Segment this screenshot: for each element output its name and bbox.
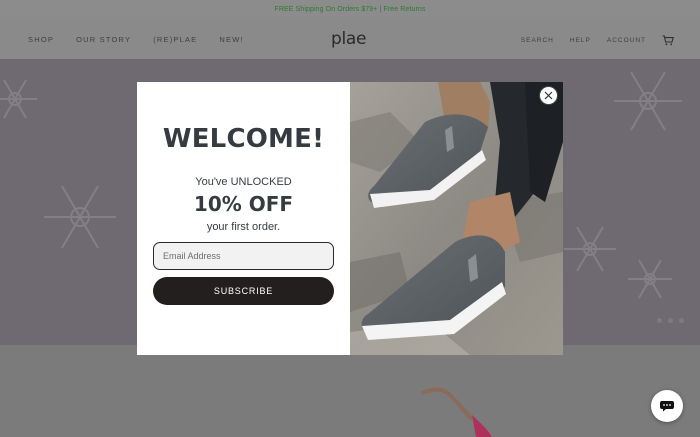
first-order-text: your first order. <box>206 221 281 233</box>
primary-nav: SHOP OUR STORY (RE)PLAE NEW! <box>28 35 266 44</box>
modal-heading: WELCOME! <box>162 124 325 154</box>
shoes-photo <box>350 82 563 355</box>
nav-item-search[interactable]: SEARCH <box>521 37 554 44</box>
email-field[interactable] <box>153 242 334 270</box>
announcement-text: FREE Shipping On Orders $79+ | Free Retu… <box>274 6 426 13</box>
unlocked-text: You've UNLOCKED <box>195 176 292 188</box>
nav-item-replae[interactable]: (RE)PLAE <box>153 35 197 44</box>
welcome-modal: WELCOME! You've UNLOCKED 10% OFF your fi… <box>137 82 563 355</box>
chat-button[interactable] <box>651 390 683 422</box>
nav-item-help[interactable]: HELP <box>570 37 591 44</box>
carousel-dots <box>657 318 684 323</box>
brand-logo[interactable]: plae <box>331 29 367 49</box>
close-button[interactable] <box>539 86 558 105</box>
announcement-bar: FREE Shipping On Orders $79+ | Free Retu… <box>0 0 700 19</box>
nav-item-our-story[interactable]: OUR STORY <box>76 35 131 44</box>
modal-image <box>350 82 563 355</box>
discount-offer: 10% OFF <box>193 192 294 216</box>
nav-item-new[interactable]: NEW! <box>219 35 243 44</box>
nav-item-account[interactable]: ACCOUNT <box>607 37 646 44</box>
subscribe-button[interactable]: SUBSCRIBE <box>153 277 334 305</box>
carousel-dot[interactable] <box>668 318 673 323</box>
site-header: SHOP OUR STORY (RE)PLAE NEW! plae SEARCH… <box>0 19 700 59</box>
close-icon <box>544 91 553 100</box>
modal-content: WELCOME! You've UNLOCKED 10% OFF your fi… <box>137 82 350 355</box>
nav-item-shop[interactable]: SHOP <box>28 35 54 44</box>
cart-icon[interactable] <box>662 35 674 46</box>
dancer-image <box>421 387 492 437</box>
content-section <box>0 345 700 437</box>
carousel-dot[interactable] <box>679 318 684 323</box>
utility-nav: SEARCH HELP ACCOUNT <box>505 35 674 46</box>
chat-icon <box>660 401 674 412</box>
carousel-dot[interactable] <box>657 318 662 323</box>
